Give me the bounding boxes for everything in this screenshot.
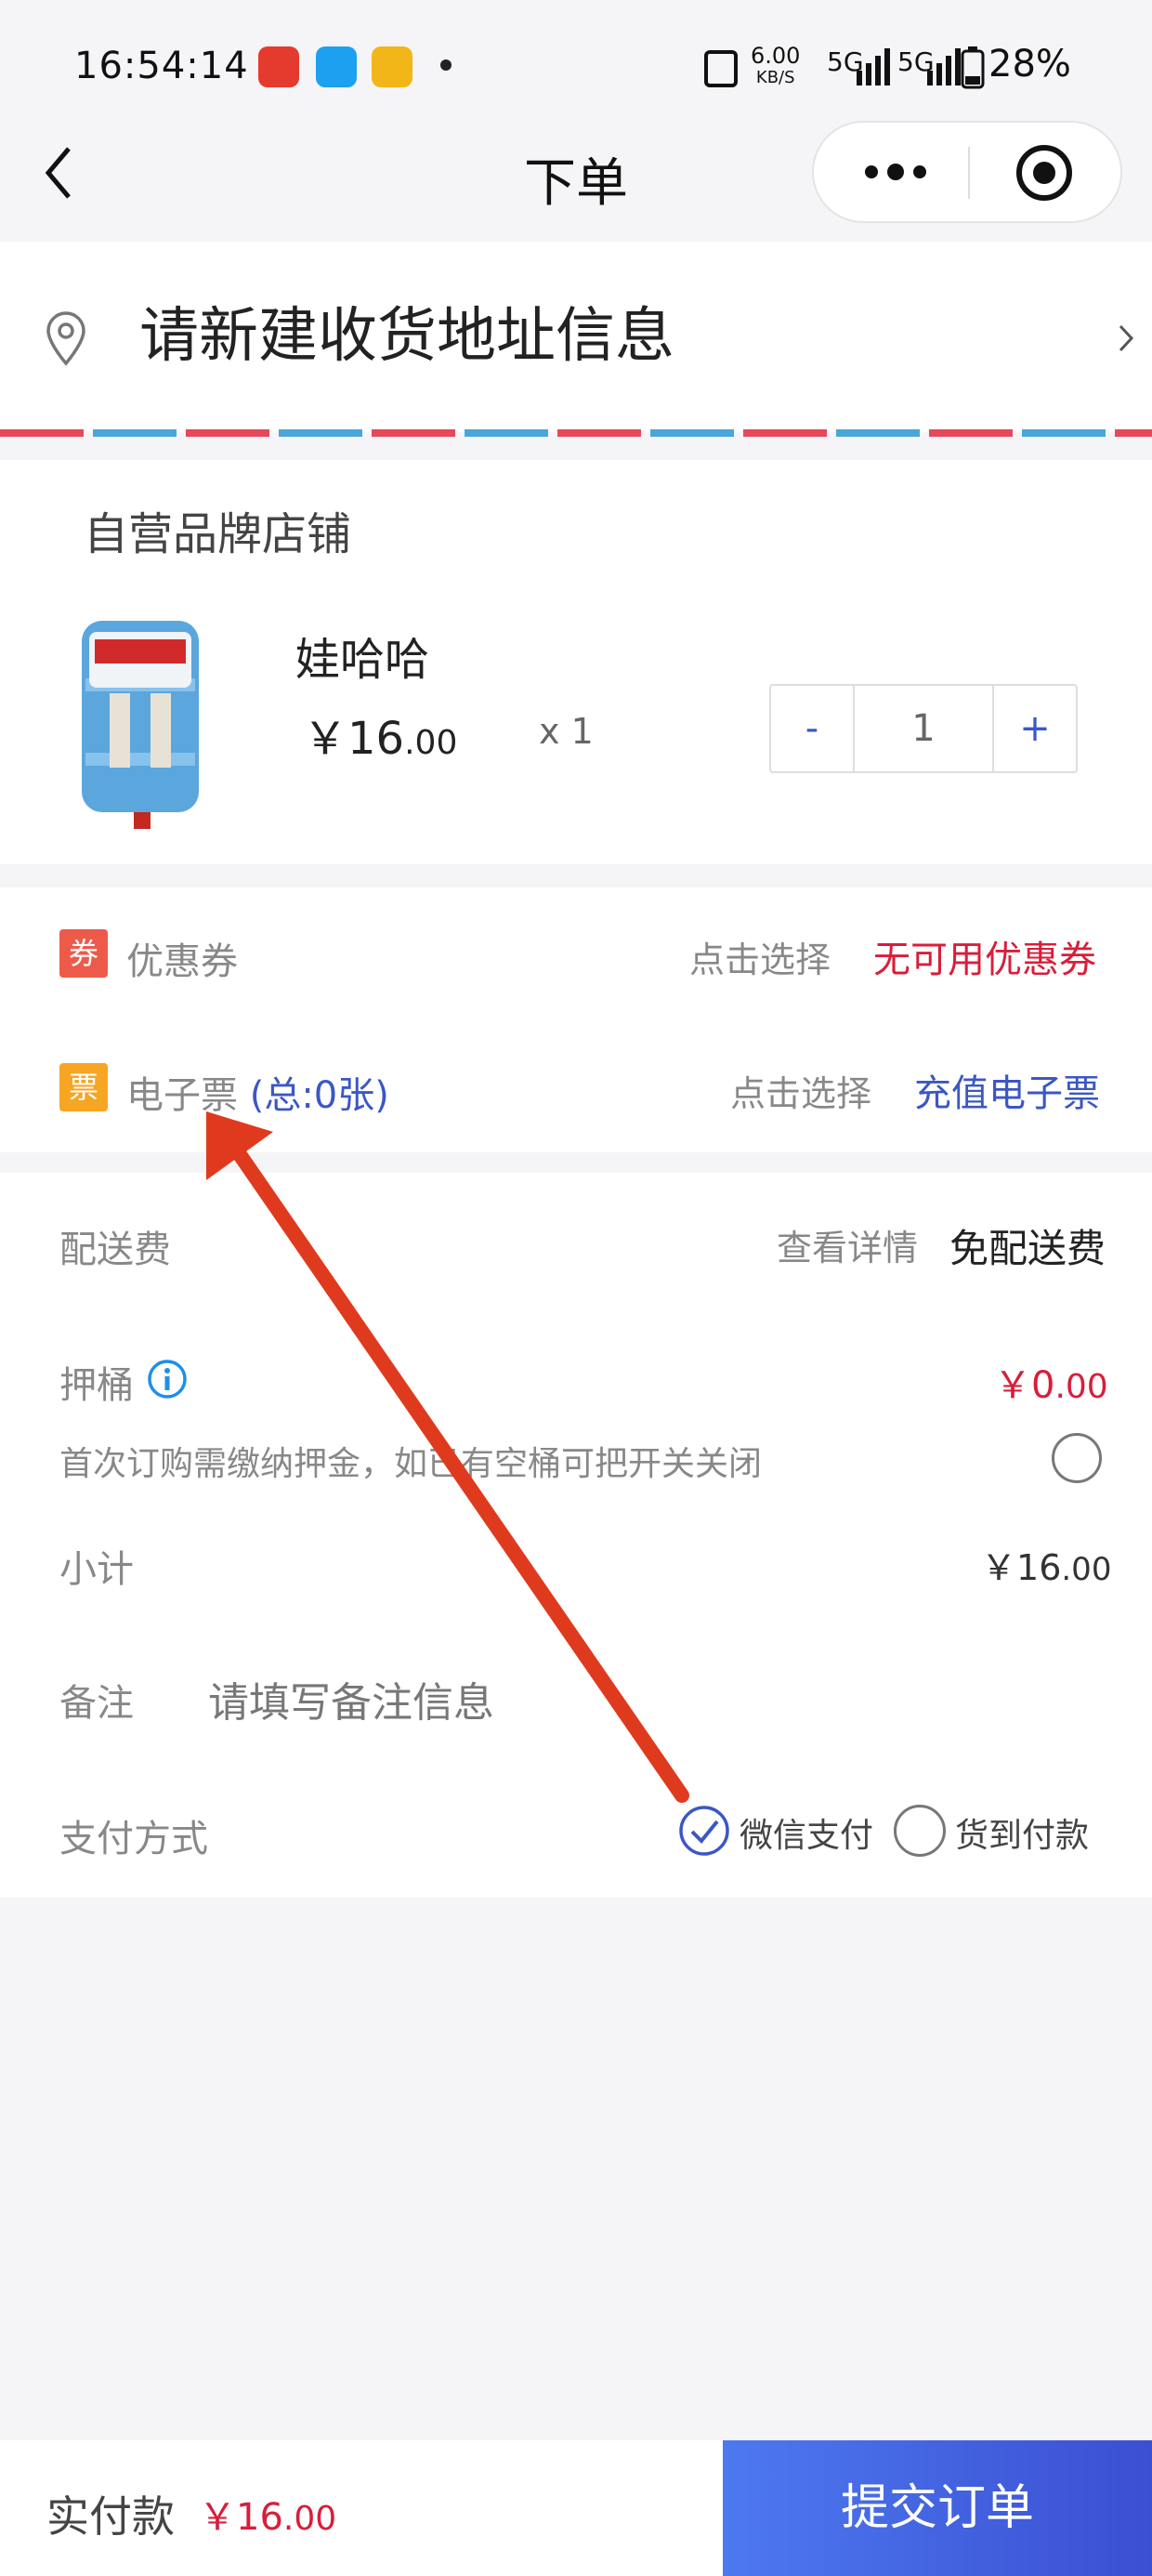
weibo-icon	[372, 46, 412, 87]
close-miniprogram-button[interactable]	[1015, 143, 1074, 203]
eticket-badge: 票	[59, 1063, 108, 1111]
delivery-value: 免配送费	[949, 1226, 1106, 1271]
battery-percent: 28%	[988, 43, 1071, 85]
deposit-toggle[interactable]	[1052, 1433, 1102, 1483]
address-prompt: 请新建收货地址信息	[139, 302, 674, 371]
product-image	[72, 613, 208, 832]
notification-dot-icon	[440, 59, 452, 71]
status-time: 16:54:14	[74, 45, 249, 87]
remark-label: 备注	[59, 1682, 134, 1725]
network-speed: 6.00 KB/S	[751, 43, 801, 87]
address-stripe-divider	[0, 429, 1152, 437]
remark-input[interactable]: 请填写备注信息	[208, 1669, 1044, 1728]
subtotal-value: ￥16.00	[981, 1547, 1112, 1588]
capsule-divider	[968, 147, 970, 199]
decrease-button[interactable]: -	[771, 686, 853, 771]
more-button[interactable]	[860, 149, 935, 195]
app-notification-icon	[258, 46, 299, 87]
increase-button[interactable]: +	[994, 686, 1076, 771]
deposit-note: 首次订购需缴纳押金，如已有空桶可把开关关闭	[59, 1445, 763, 1483]
coupon-badge: 券	[59, 929, 108, 978]
product-price: ￥16.00	[303, 713, 458, 765]
payment-option-wechat-label: 微信支付	[740, 1817, 874, 1855]
submit-order-button[interactable]: 提交订单	[723, 2440, 1152, 2576]
mini-program-capsule	[812, 121, 1122, 223]
subtotal-label: 小计	[59, 1548, 134, 1591]
total-label: 实付款	[46, 2491, 175, 2542]
nfc-icon	[704, 50, 738, 87]
quantity-stepper: - 1 +	[769, 684, 1078, 773]
location-pin-icon	[46, 311, 85, 366]
coupon-action[interactable]: 无可用优惠券	[873, 929, 1096, 983]
info-icon[interactable]	[147, 1359, 188, 1400]
battery-icon	[961, 46, 985, 89]
deposit-value: ￥0.00	[994, 1364, 1108, 1407]
payment-option-wechat[interactable]: 微信支付	[678, 1803, 892, 1859]
eticket-hint: 点击选择	[730, 1073, 872, 1114]
deposit-label: 押桶	[59, 1364, 134, 1407]
check-circle-icon	[679, 1806, 729, 1856]
payment-option-cod-label: 货到付款	[955, 1817, 1090, 1855]
eticket-action[interactable]: 充值电子票	[914, 1063, 1100, 1117]
more-dots-icon	[865, 164, 926, 180]
product-name: 娃哈哈	[295, 634, 430, 686]
shop-name: 自营品牌店铺	[84, 508, 352, 560]
quantity-input[interactable]: 1	[855, 686, 992, 771]
eticket-label: 电子票 (总:0张)	[126, 1065, 389, 1119]
signal-bars-icon	[857, 48, 890, 85]
order-details	[0, 1173, 1152, 1898]
product-quantity-label: x 1	[539, 711, 594, 752]
coupon-hint: 点击选择	[689, 940, 831, 980]
payment-label: 支付方式	[59, 1818, 208, 1860]
eticket-label-text: 电子票	[126, 1074, 238, 1117]
coupon-label: 优惠券	[126, 940, 238, 983]
app-notification-icon	[316, 46, 357, 87]
payment-option-cod[interactable]: 货到付款	[894, 1803, 1107, 1859]
signal-bars-icon	[927, 48, 961, 85]
radio-unchecked-icon	[894, 1805, 946, 1857]
chevron-right-icon	[1119, 324, 1134, 352]
target-icon	[1016, 145, 1072, 201]
eticket-count: (总:0张)	[249, 1074, 389, 1117]
delivery-hint[interactable]: 查看详情	[777, 1219, 918, 1270]
total-value: ￥16.00	[199, 2496, 337, 2539]
delivery-label: 配送费	[59, 1229, 171, 1271]
